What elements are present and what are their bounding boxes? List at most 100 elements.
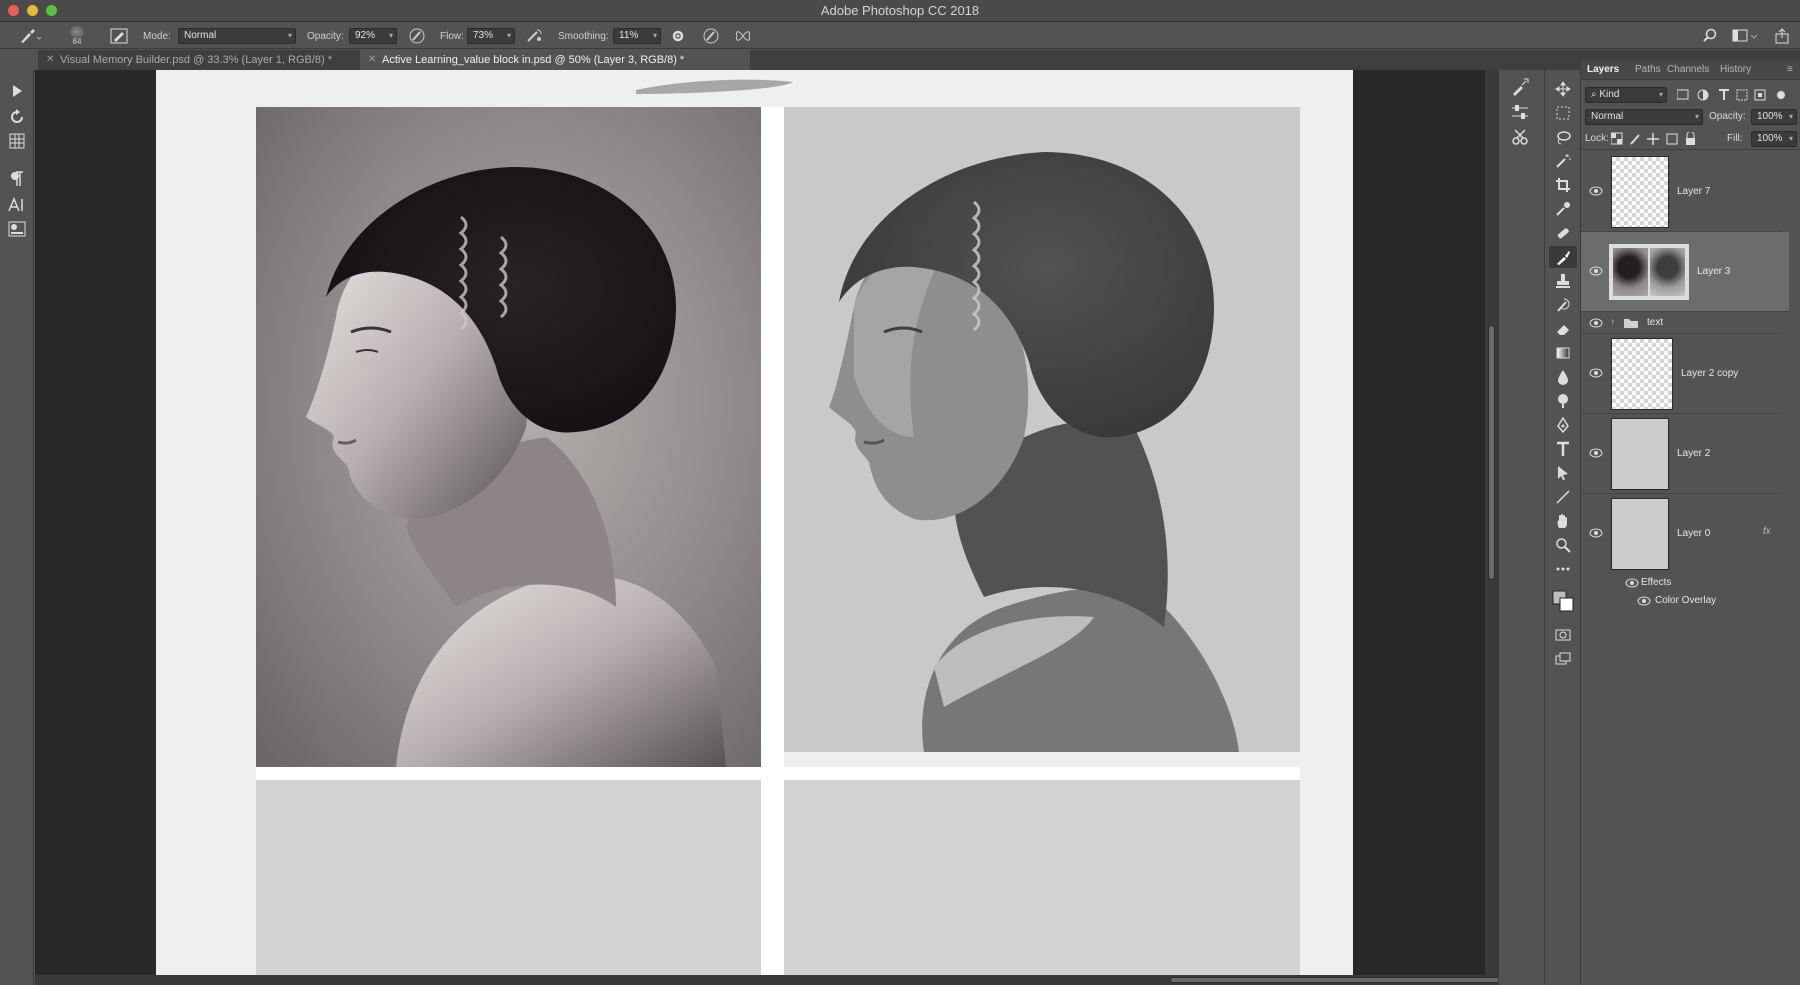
window-title: Adobe Photoshop CC 2018 [820, 3, 980, 18]
workspace-switcher-icon[interactable] [1732, 26, 1760, 46]
stamp-icon[interactable] [1554, 272, 1572, 290]
type-icon[interactable] [1554, 440, 1572, 458]
blur-icon[interactable] [1554, 368, 1572, 386]
magic-wand-icon[interactable] [1554, 152, 1572, 170]
smoothing-label: Smoothing: [558, 30, 609, 42]
layer-row-layer-0[interactable]: Layer 0 fx [1581, 494, 1781, 574]
brush-size-picker[interactable]: 84 [62, 26, 92, 46]
brush-icon[interactable] [1549, 246, 1577, 268]
move-arrow-icon[interactable] [8, 82, 26, 100]
effect-color-overlay[interactable]: Color Overlay [1581, 592, 1781, 610]
visibility-eye-icon[interactable] [1589, 318, 1603, 328]
effects-row[interactable]: Effects [1581, 574, 1781, 592]
filter-kind-dropdown[interactable]: ⌕ Kind ▾ [1585, 87, 1667, 103]
visibility-eye-icon[interactable] [1589, 266, 1603, 276]
clone-source-icon[interactable] [1511, 128, 1529, 146]
path-select-icon[interactable] [1554, 464, 1572, 482]
pressure-opacity-icon[interactable] [408, 26, 426, 46]
glyphs-icon[interactable] [8, 220, 26, 238]
visibility-eye-icon[interactable] [1637, 596, 1651, 606]
rotate-view-icon[interactable] [8, 108, 26, 126]
scroll-thumb[interactable] [1488, 325, 1495, 580]
brush-tool-preset-icon[interactable] [18, 26, 42, 46]
fill-field[interactable]: 100% ▾ [1751, 131, 1797, 147]
adjust-icon[interactable] [1511, 103, 1529, 121]
visibility-eye-icon[interactable] [1589, 186, 1603, 196]
layer-row-text-group[interactable]: › text [1581, 312, 1781, 334]
quick-mask-icon[interactable] [1554, 626, 1572, 644]
document-canvas[interactable] [156, 70, 1353, 980]
layer-lock-row: Lock: Fill: 100% ▾ [1581, 128, 1800, 150]
horizontal-scrollbar[interactable] [35, 975, 1790, 985]
expand-chevron-icon[interactable]: › [1611, 316, 1614, 327]
layer-row-layer-2[interactable]: Layer 2 [1581, 414, 1781, 494]
move-tool-icon[interactable] [1554, 80, 1572, 98]
brush-settings-toggle-icon[interactable] [110, 26, 128, 46]
tab-layers[interactable]: Layers [1587, 64, 1619, 75]
brush-preset-icon[interactable] [1511, 78, 1529, 96]
history-brush-icon[interactable] [1554, 296, 1572, 314]
layer-name: Layer 2 copy [1681, 368, 1739, 379]
search-icon[interactable] [1702, 26, 1718, 46]
tab-active-learning[interactable]: ✕ Active Learning_value block in.psd @ 5… [360, 50, 750, 70]
mode-dropdown[interactable]: Normal ▾ [178, 28, 296, 44]
layer-row-layer-7[interactable]: Layer 7 [1581, 152, 1781, 232]
effects-label: Effects [1641, 577, 1672, 588]
airbrush-icon[interactable] [525, 26, 545, 46]
fx-badge[interactable]: fx [1763, 526, 1771, 537]
layer-row-layer-2-copy[interactable]: Layer 2 copy [1581, 334, 1781, 414]
symmetry-butterfly-icon[interactable] [734, 26, 752, 46]
zoom-icon[interactable] [1554, 536, 1572, 554]
grid-icon[interactable] [8, 132, 26, 150]
blend-mode-dropdown[interactable]: Normal ▾ [1585, 109, 1703, 125]
character-icon[interactable] [8, 196, 26, 214]
healing-icon[interactable] [1554, 224, 1572, 242]
filter-kind-value: Kind [1599, 89, 1620, 100]
eraser-icon[interactable] [1554, 320, 1572, 338]
marquee-icon[interactable] [1554, 104, 1572, 122]
color-swatches-icon[interactable] [1552, 588, 1574, 612]
filter-icons[interactable] [1677, 88, 1797, 102]
gradient-icon[interactable] [1554, 344, 1572, 362]
vertical-scrollbar[interactable] [1485, 70, 1498, 980]
chevron-down-icon: ▾ [1694, 112, 1699, 121]
mode-value: Normal [184, 30, 217, 41]
share-icon[interactable] [1774, 26, 1790, 46]
layer-row-layer-3[interactable]: Layer 3 [1581, 232, 1789, 312]
pen-icon[interactable] [1554, 416, 1572, 434]
paragraph-icon[interactable] [8, 170, 26, 188]
opacity-field[interactable]: 92% ▾ [349, 28, 397, 44]
close-tab-icon[interactable]: ✕ [46, 50, 54, 70]
title-bar: Adobe Photoshop CC 2018 [0, 0, 1800, 22]
lock-icons[interactable] [1611, 132, 1701, 146]
dodge-icon[interactable] [1554, 392, 1572, 410]
visibility-eye-icon[interactable] [1589, 448, 1603, 458]
hand-icon[interactable] [1554, 512, 1572, 530]
eyedropper-icon[interactable] [1554, 200, 1572, 218]
tab-visual-memory-builder[interactable]: ✕ Visual Memory Builder.psd @ 33.3% (Lay… [38, 50, 356, 70]
visibility-eye-icon[interactable] [1589, 528, 1603, 538]
value-painting [784, 107, 1300, 752]
tab-channels[interactable]: Channels [1667, 64, 1709, 75]
visibility-eye-icon[interactable] [1589, 368, 1603, 378]
line-icon[interactable] [1554, 488, 1572, 506]
visibility-eye-icon[interactable] [1625, 578, 1639, 588]
document-tabs: ✕ Visual Memory Builder.psd @ 33.3% (Lay… [38, 50, 1800, 70]
more-icon[interactable] [1554, 560, 1572, 578]
lasso-icon[interactable] [1554, 128, 1572, 146]
flow-field[interactable]: 73% ▾ [467, 28, 515, 44]
tab-paths[interactable]: Paths [1635, 64, 1661, 75]
tab-history[interactable]: History [1720, 64, 1751, 75]
effect-name: Color Overlay [1655, 595, 1717, 606]
chevron-down-icon: ▾ [388, 31, 393, 40]
screen-mode-icon[interactable] [1554, 650, 1572, 668]
layer-opacity-field[interactable]: 100% ▾ [1751, 109, 1797, 125]
canvas-area[interactable] [35, 70, 1498, 980]
smoothing-field[interactable]: 11% ▾ [613, 28, 661, 44]
smoothing-options-gear-icon[interactable] [670, 26, 686, 46]
crop-icon[interactable] [1554, 176, 1572, 194]
close-tab-icon[interactable]: ✕ [368, 50, 376, 70]
pressure-size-icon[interactable] [702, 26, 720, 46]
panel-menu-icon[interactable]: ≡ [1787, 64, 1793, 75]
layer-name: Layer 2 [1677, 448, 1711, 459]
